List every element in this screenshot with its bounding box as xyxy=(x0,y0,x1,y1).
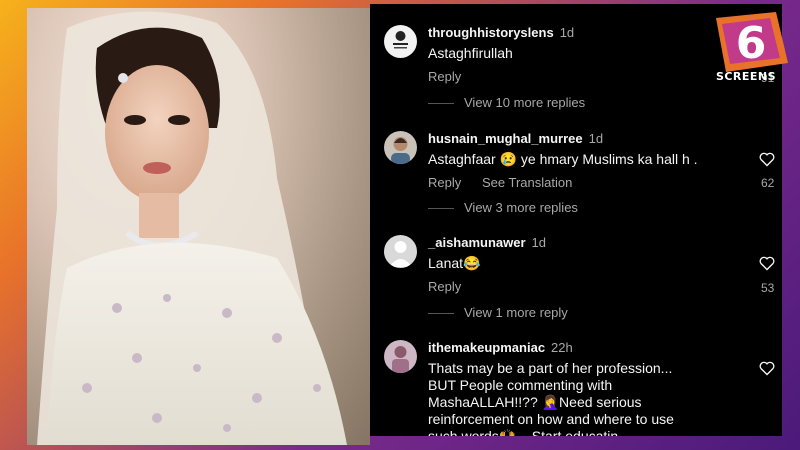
comment-text-line: MashaALLAH!!?? 🤦‍♀️Need serious xyxy=(428,394,642,410)
comment-time: 1d xyxy=(531,235,547,250)
comment-text-line: BUT People commenting with xyxy=(428,377,613,393)
avatar[interactable] xyxy=(384,25,417,58)
divider-line xyxy=(428,103,454,105)
avatar[interactable] xyxy=(384,340,417,373)
logo-text: SCREENS xyxy=(715,70,777,83)
comment-text-line: such words🙌... Start educatin xyxy=(428,428,619,436)
logo-number: 6 xyxy=(736,18,767,69)
heart-icon[interactable] xyxy=(759,152,775,167)
reply-button[interactable]: Reply xyxy=(428,279,461,294)
avatar[interactable] xyxy=(384,131,417,164)
comment-time: 1d xyxy=(559,25,575,40)
reply-button[interactable]: Reply xyxy=(428,69,461,84)
like-count: 62 xyxy=(761,176,775,190)
reply-button[interactable]: Reply xyxy=(428,175,461,190)
comment-text: Astaghfirullah xyxy=(428,45,513,61)
bride-photo xyxy=(27,8,370,445)
like-count: 53 xyxy=(761,281,775,295)
comment-text-line: reinforcement on how and where to use xyxy=(428,411,674,427)
comment-text: Astaghfaar 😢 ye hmary Muslims ka hall h … xyxy=(428,151,698,167)
view-replies-button[interactable]: View 10 more replies xyxy=(428,95,585,110)
comment-time: 1d xyxy=(588,131,604,146)
comment-text-line: Thats may be a part of her profession... xyxy=(428,360,673,376)
view-replies-button[interactable]: View 1 more reply xyxy=(428,305,568,320)
heart-icon[interactable] xyxy=(759,361,775,376)
see-translation-button[interactable]: See Translation xyxy=(482,175,572,190)
divider-line xyxy=(428,313,454,315)
username[interactable]: throughhistoryslens 1d xyxy=(428,25,574,40)
username[interactable]: _aishamunawer 1d xyxy=(428,235,546,250)
comment-text: Lanat😂 xyxy=(428,255,481,271)
username[interactable]: husnain_mughal_murree 1d xyxy=(428,131,603,146)
view-replies-button[interactable]: View 3 more replies xyxy=(428,200,578,215)
avatar[interactable] xyxy=(384,235,417,268)
username[interactable]: ithemakeupmaniac 22h xyxy=(428,340,573,355)
heart-icon[interactable] xyxy=(759,256,775,271)
divider-line xyxy=(428,208,454,210)
comment-time: 22h xyxy=(551,340,573,355)
